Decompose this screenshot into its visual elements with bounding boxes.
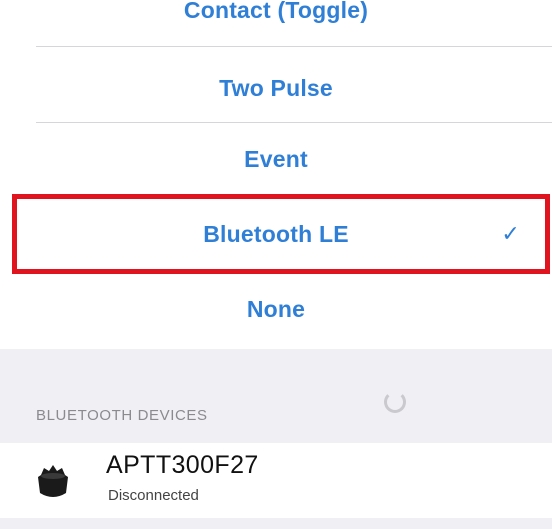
bluetooth-devices-section: BLUETOOTH DEVICES — [0, 349, 552, 443]
option-contact-toggle[interactable]: Contact (Toggle) — [0, 0, 552, 30]
loading-spinner-icon — [384, 391, 406, 413]
bottom-group-band — [0, 518, 552, 529]
option-event[interactable]: Event — [0, 127, 552, 191]
device-icon — [38, 465, 68, 497]
option-label: None — [246, 296, 306, 322]
separator — [36, 46, 552, 47]
option-none[interactable]: None — [0, 277, 552, 341]
option-two-pulse[interactable]: Two Pulse — [0, 56, 552, 120]
device-status: Disconnected — [108, 487, 199, 504]
selection-highlight-box — [12, 194, 550, 274]
option-label: Event — [244, 146, 308, 172]
option-label: Two Pulse — [219, 75, 333, 101]
trigger-options-list: Contact (Toggle) Two Pulse Event Bluetoo… — [0, 0, 552, 349]
section-header: BLUETOOTH DEVICES — [36, 407, 208, 424]
device-row[interactable]: APTT300F27 Disconnected — [0, 443, 552, 518]
screen: Contact (Toggle) Two Pulse Event Bluetoo… — [0, 0, 552, 529]
separator — [36, 122, 552, 123]
device-name: APTT300F27 — [106, 451, 259, 479]
option-label: Contact (Toggle) — [183, 0, 369, 23]
